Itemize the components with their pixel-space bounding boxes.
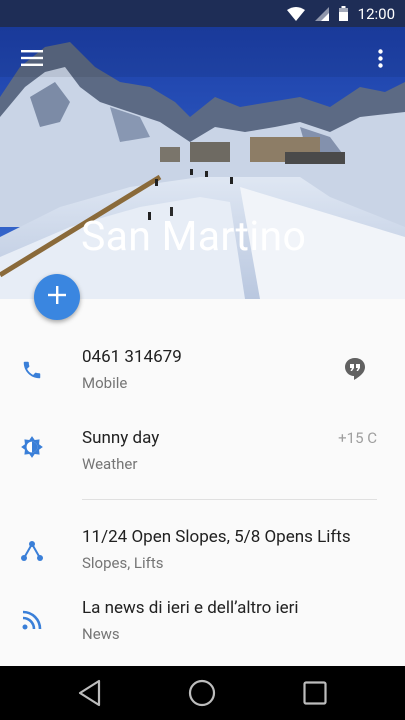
add-icon [48,286,66,308]
slopes-row[interactable]: 11/24 Open Slopes, 5/8 Opens Lifts Slope… [0,527,405,575]
home-icon[interactable] [187,678,217,708]
contact-title: San Martino [81,213,307,261]
wifi-icon [286,6,305,21]
news-primary: La news di ieri e dell’altro ieri [82,598,299,618]
share-icon [19,538,45,564]
phone-icon [19,357,45,383]
weather-primary: Sunny day [82,428,160,448]
add-button[interactable] [34,274,80,320]
weather-row[interactable]: Sunny day Weather +15 C [0,428,405,476]
news-secondary: News [82,625,120,643]
phone-row[interactable]: 0461 314679 Mobile [0,347,405,395]
status-time: 12:00 [357,4,395,23]
navigation-bar [0,666,405,720]
battery-icon [338,6,348,21]
slopes-primary: 11/24 Open Slopes, 5/8 Opens Lifts [82,527,351,547]
divider [82,499,377,500]
signal-icon [314,6,329,21]
phone-type: Mobile [82,374,128,392]
header-image: San Martino [0,27,405,299]
temperature: +15 C [338,429,377,447]
rss-icon [19,607,45,633]
slopes-secondary: Slopes, Lifts [82,554,164,572]
back-icon[interactable] [75,678,105,708]
brightness-icon [19,434,45,460]
message-icon[interactable] [344,357,366,381]
weather-secondary: Weather [82,455,138,473]
phone-number: 0461 314679 [82,347,182,367]
recents-icon[interactable] [300,678,330,708]
more-vert-icon[interactable] [370,46,390,70]
news-row[interactable]: La news di ieri e dell’altro ieri News [0,598,405,646]
menu-icon[interactable] [19,47,45,69]
status-bar: 12:00 [0,0,405,27]
